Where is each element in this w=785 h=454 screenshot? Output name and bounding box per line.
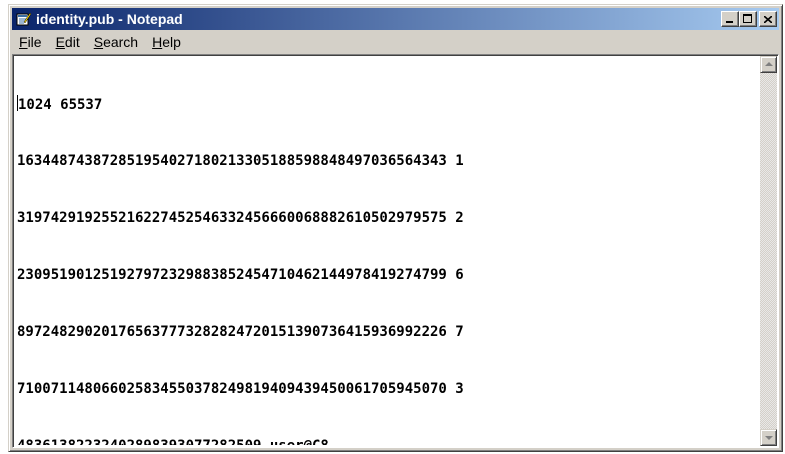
menu-file[interactable]: File	[12, 34, 49, 50]
arrow-up-icon	[765, 62, 773, 66]
vertical-scrollbar[interactable]	[760, 56, 777, 446]
document-text[interactable]: 1024 65537 16344874387285195402718021330…	[17, 57, 756, 445]
notepad-icon[interactable]	[15, 11, 32, 27]
maximize-button[interactable]	[739, 11, 757, 27]
text-line: 1634487438728519540271802133051885988484…	[17, 153, 464, 169]
menu-edit[interactable]: Edit	[49, 34, 87, 50]
close-icon	[764, 15, 772, 23]
minimize-icon	[726, 21, 733, 23]
maximize-icon	[743, 14, 752, 23]
text-editor[interactable]: 1024 65537 16344874387285195402718021330…	[12, 54, 779, 448]
text-line: 48361382232402898393077282509 user@C8	[17, 437, 756, 445]
menu-bar: File Edit Search Help	[12, 32, 779, 52]
menu-search[interactable]: Search	[87, 34, 145, 50]
window-title: identity.pub - Notepad	[36, 11, 183, 27]
notepad-window: identity.pub - Notepad File Edit Search …	[8, 4, 783, 452]
close-button[interactable]	[759, 11, 777, 27]
text-line: 7100711480660258345503782498194094394500…	[17, 381, 464, 397]
text-line: 3197429192552162274525463324566600688826…	[17, 210, 464, 226]
scroll-up-button[interactable]	[760, 56, 777, 73]
title-bar[interactable]: identity.pub - Notepad	[12, 8, 779, 30]
text-line: 8972482902017656377732828247201513907364…	[17, 324, 464, 340]
menu-help[interactable]: Help	[145, 34, 188, 50]
text-line: 2309519012519279723298838524547104621449…	[17, 267, 464, 283]
scroll-down-button[interactable]	[760, 429, 777, 446]
minimize-button[interactable]	[721, 11, 739, 27]
text-line: 1024 65537	[17, 95, 103, 113]
arrow-down-icon	[765, 436, 773, 440]
caption-buttons	[721, 11, 777, 27]
